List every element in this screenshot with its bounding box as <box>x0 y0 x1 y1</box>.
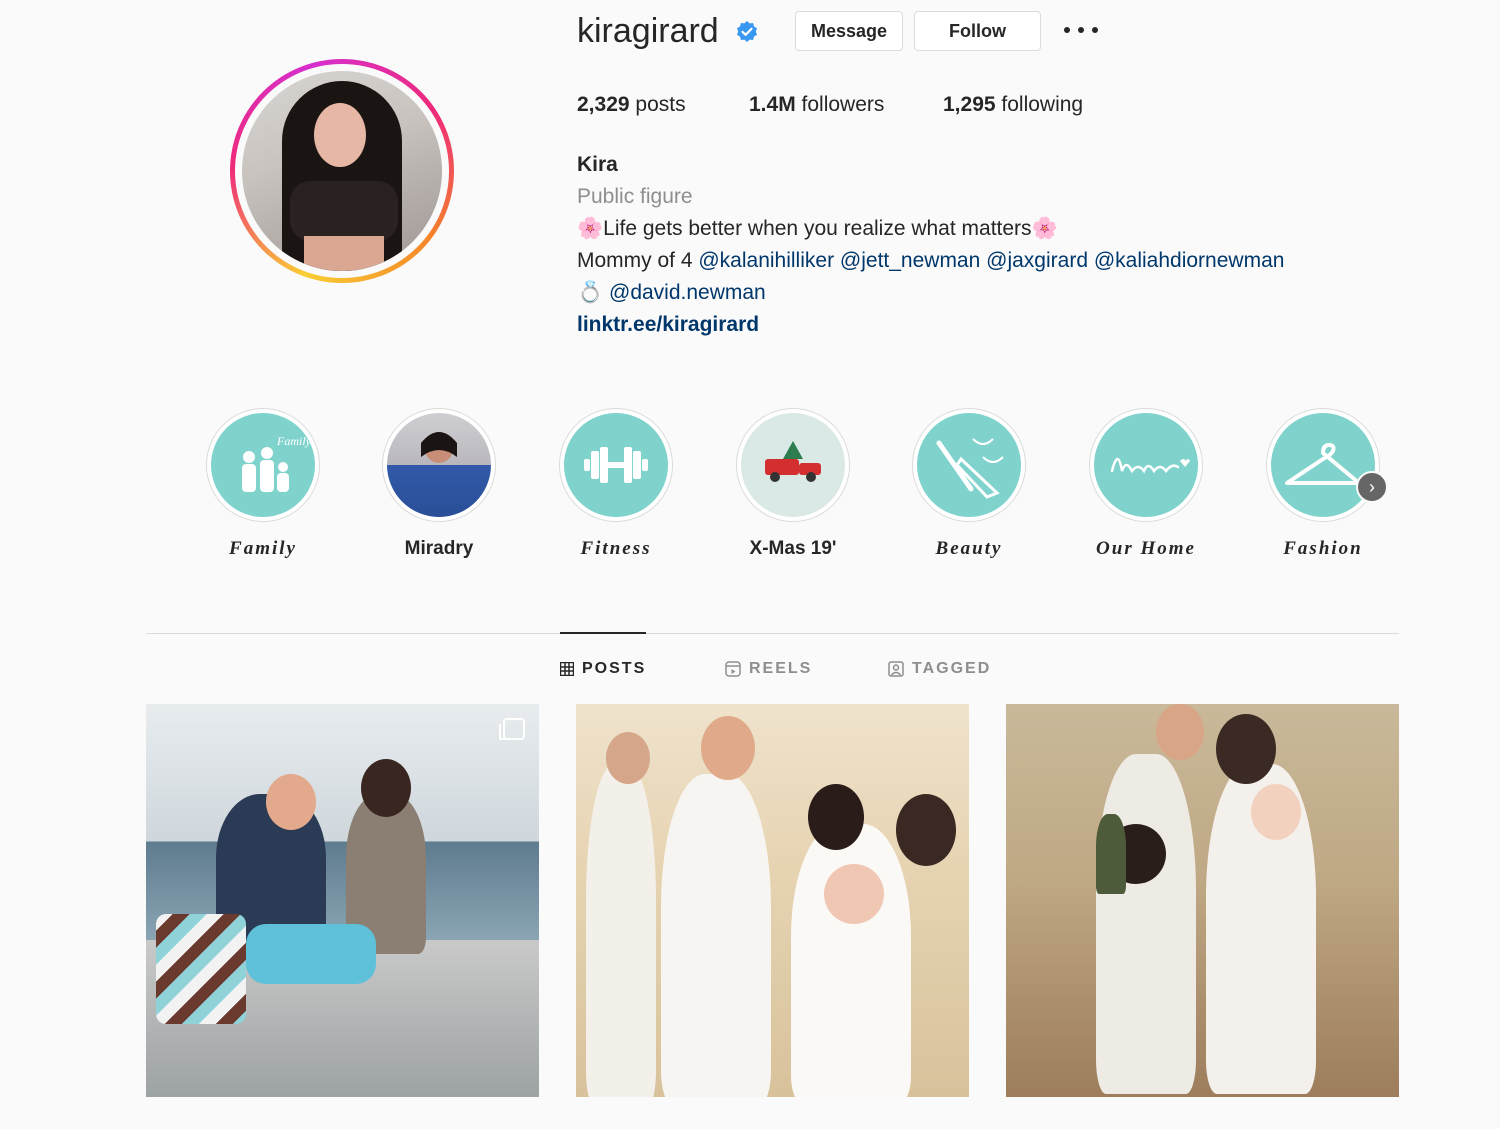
tabs-divider <box>146 633 1399 634</box>
ring-emoji: 💍 <box>577 281 604 304</box>
profile-avatar[interactable] <box>230 59 454 283</box>
highlight-label: Family <box>229 538 297 559</box>
bio-line-3: 💍 @david.newman <box>577 281 766 305</box>
highlight-miradry[interactable]: Miradry <box>359 408 519 560</box>
mention-link[interactable]: @jett_newman <box>840 249 980 272</box>
chevron-right-icon[interactable]: › <box>1356 471 1388 503</box>
profile-page: kiragirard Message Follow 2,329 posts 1.… <box>0 0 1500 1129</box>
posts-count: 2,329 posts <box>577 93 686 116</box>
mention-link[interactable]: @kalanihilliker <box>698 249 834 272</box>
follow-button[interactable]: Follow <box>914 11 1041 51</box>
post-thumbnail-family-2[interactable] <box>1006 704 1399 1097</box>
highlight-our-home[interactable]: Our Home <box>1066 408 1226 560</box>
profile-category: Public figure <box>577 185 693 208</box>
followers-link[interactable]: 1.4M followers <box>749 93 884 117</box>
flower-emoji: 🌸 <box>1031 217 1058 240</box>
highlight-label: Fitness <box>580 538 652 559</box>
highlight-fitness[interactable]: Fitness <box>536 408 696 560</box>
mention-link[interactable]: @kaliahdiornewman <box>1094 249 1285 272</box>
message-button[interactable]: Message <box>795 11 903 51</box>
multiple-photos-icon <box>499 718 525 740</box>
highlight-family[interactable]: Family Family <box>183 408 343 560</box>
tagged-icon <box>888 661 904 677</box>
dumbbell-icon <box>564 413 668 517</box>
flower-emoji: 🌸 <box>577 217 604 240</box>
bio-line-1: 🌸Life gets better when you realize what … <box>577 217 1058 240</box>
home-script-icon <box>1094 413 1198 517</box>
avatar-photo <box>242 71 442 271</box>
highlight-xmas[interactable]: X-Mas 19' <box>713 408 873 560</box>
bio-line-2: Mommy of 4 @kalanihilliker @jett_newman … <box>577 249 1285 272</box>
verified-badge-icon <box>737 21 757 42</box>
highlight-label: Miradry <box>404 538 474 559</box>
family-icon: Family <box>211 413 315 517</box>
mention-link[interactable]: @jaxgirard <box>986 249 1088 272</box>
hanger-icon <box>1271 413 1375 517</box>
miradry-photo <box>387 413 491 517</box>
grid-icon <box>560 662 574 676</box>
post-thumbnail-family-1[interactable] <box>576 704 969 1097</box>
username: kiragirard <box>577 12 719 50</box>
following-link[interactable]: 1,295 following <box>943 93 1083 117</box>
tab-tagged[interactable]: TAGGED <box>888 660 991 678</box>
red-truck-icon <box>741 413 845 517</box>
highlight-beauty[interactable]: Beauty <box>889 408 1049 560</box>
more-options-icon[interactable] <box>1064 20 1098 40</box>
makeup-brush-icon <box>917 413 1021 517</box>
highlight-label: Our Home <box>1096 538 1196 559</box>
tab-reels[interactable]: REELS <box>725 660 812 678</box>
mention-link[interactable]: @david.newman <box>609 281 766 304</box>
tab-posts[interactable]: POSTS <box>560 660 646 678</box>
highlight-label: Beauty <box>935 538 1003 559</box>
svg-text:Family: Family <box>276 434 312 448</box>
active-tab-indicator <box>560 632 646 634</box>
post-thumbnail-boat[interactable] <box>146 704 539 1097</box>
bio-external-link[interactable]: linktr.ee/kiragirard <box>577 313 759 337</box>
reels-icon <box>725 661 741 677</box>
full-name: Kira <box>577 153 618 176</box>
highlight-label: Fashion <box>1283 538 1363 559</box>
highlight-label: X-Mas 19' <box>749 538 837 559</box>
